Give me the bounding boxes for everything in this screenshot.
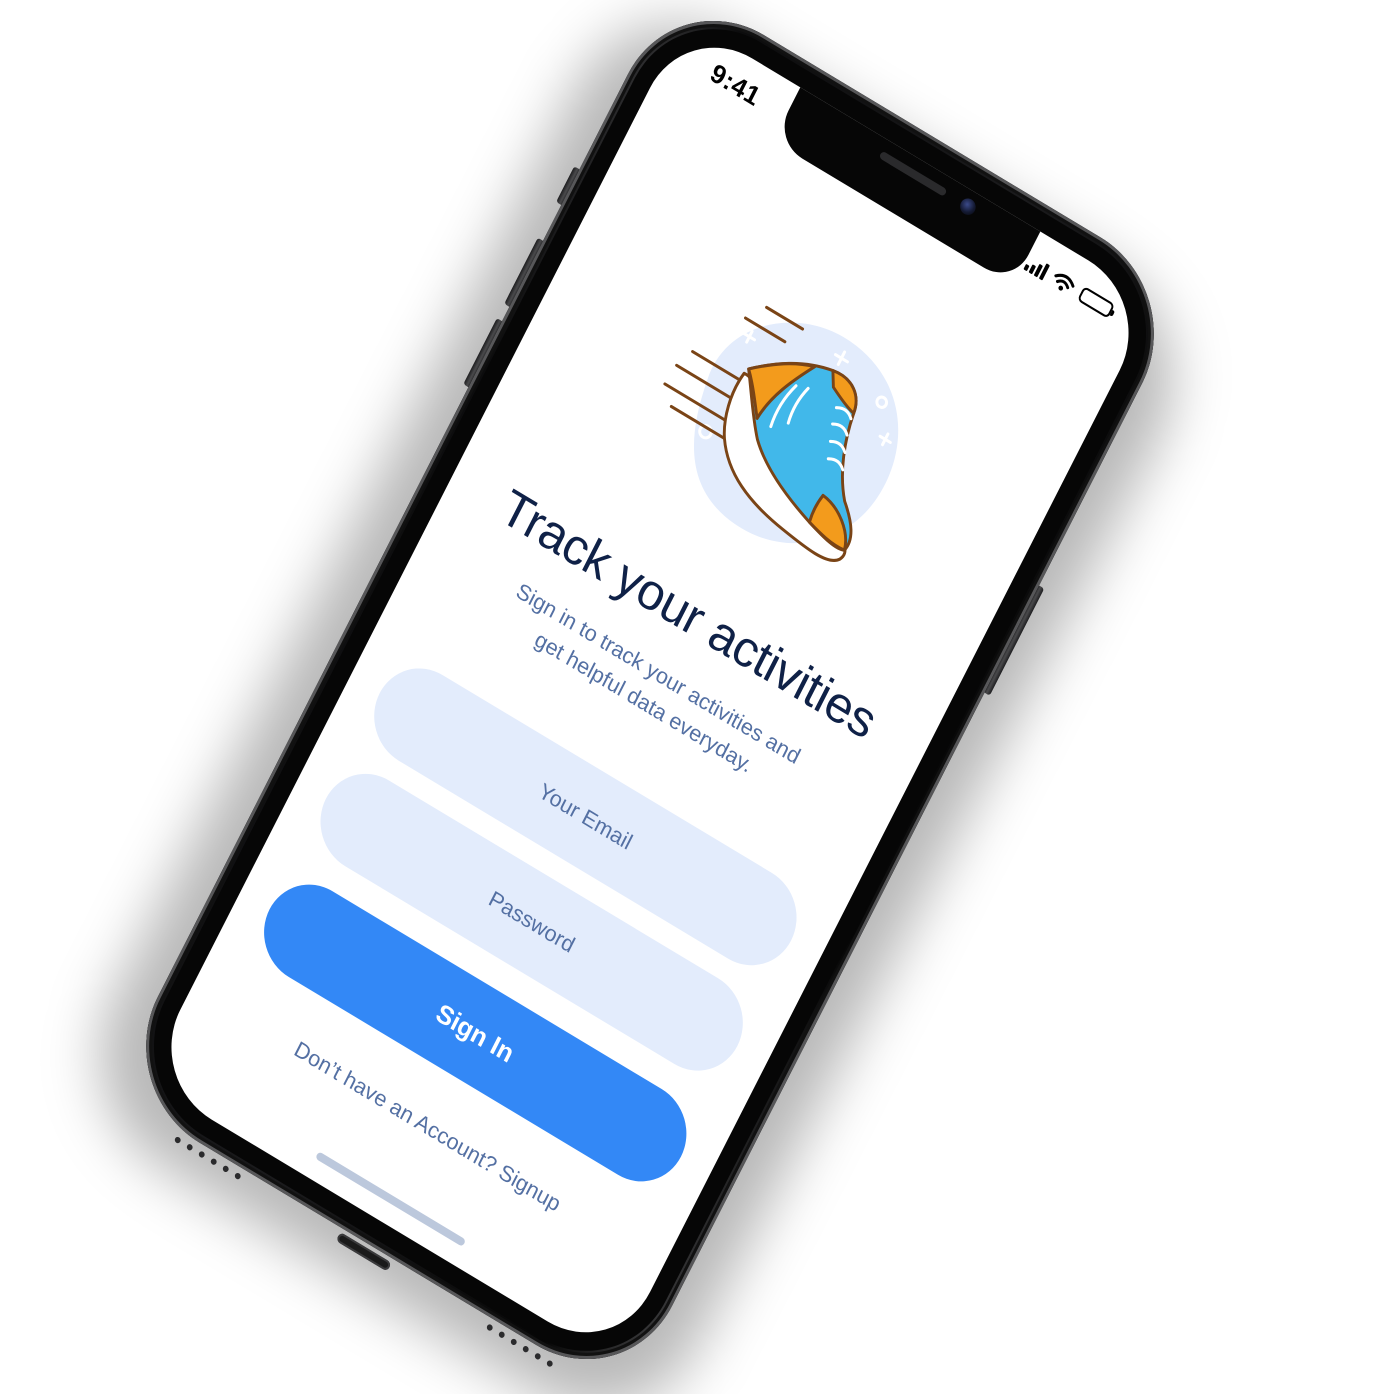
phone-body: 9:41 Track your activities Sign in to tr…	[58, 0, 1215, 1394]
running-shoe-icon	[663, 305, 899, 562]
cellular-signal-icon	[1023, 253, 1050, 281]
status-time: 9:41	[705, 57, 766, 112]
notch	[773, 85, 1042, 286]
wifi-icon	[1054, 273, 1075, 291]
stage: 9:41 Track your activities Sign in to tr…	[0, 0, 1392, 1394]
front-camera	[957, 195, 979, 218]
battery-icon	[1076, 285, 1116, 319]
